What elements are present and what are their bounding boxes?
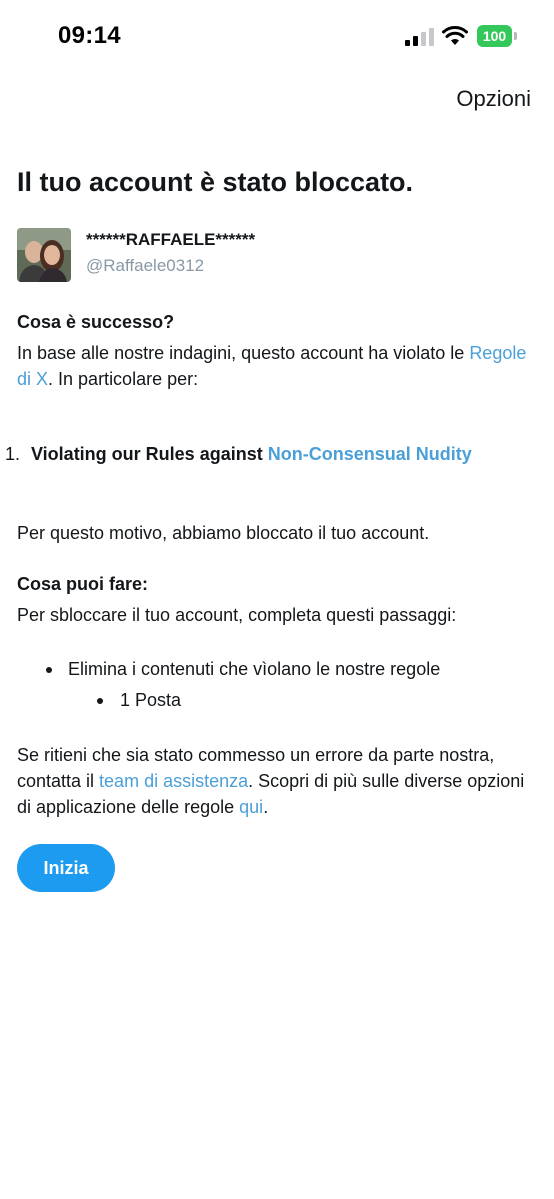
account-handle: @Raffaele0312 — [86, 256, 205, 275]
battery-icon: 100 — [477, 25, 517, 47]
status-time: 09:14 — [58, 22, 121, 49]
battery-level: 100 — [477, 25, 512, 47]
account-display-name: ******RAFFAELE****** — [86, 230, 256, 249]
violation-text: Violating our Rules against — [31, 444, 268, 464]
what-to-do-heading: Cosa puoi fare: — [17, 574, 149, 594]
non-consensual-nudity-link[interactable]: Non-Consensual Nudity — [268, 444, 472, 464]
bullet-icon — [46, 667, 52, 673]
avatar — [17, 228, 71, 282]
step-sub-item: 1 Posta — [120, 690, 182, 710]
page-title: Il tuo account è stato bloccato. — [17, 167, 414, 197]
start-button[interactable]: Inizia — [17, 844, 115, 892]
learn-more-link[interactable]: qui — [239, 797, 263, 817]
violation-number: 1. — [5, 444, 21, 464]
wifi-icon — [442, 26, 468, 45]
what-happened-text: In base alle nostre indagini, questo acc… — [17, 343, 527, 389]
status-bar: 09:14 100 — [0, 0, 554, 70]
support-team-link[interactable]: team di assistenza — [99, 771, 248, 791]
cellular-signal-icon — [405, 28, 434, 46]
options-button[interactable]: Opzioni — [456, 86, 531, 112]
what-happened-heading: Cosa è successo? — [17, 312, 175, 332]
appeal-text: Se ritieni che sia stato commesso un err… — [17, 745, 525, 817]
step-item: Elimina i contenuti che vìolano le nostr… — [68, 659, 441, 679]
bullet-icon — [97, 698, 103, 704]
violation-item: 1. Violating our Rules against Non-Consen… — [5, 444, 472, 465]
what-to-do-intro: Per sbloccare il tuo account, completa q… — [17, 605, 457, 625]
block-reason-text: Per questo motivo, abbiamo bloccato il t… — [17, 523, 430, 543]
avatar-photo — [17, 228, 71, 282]
